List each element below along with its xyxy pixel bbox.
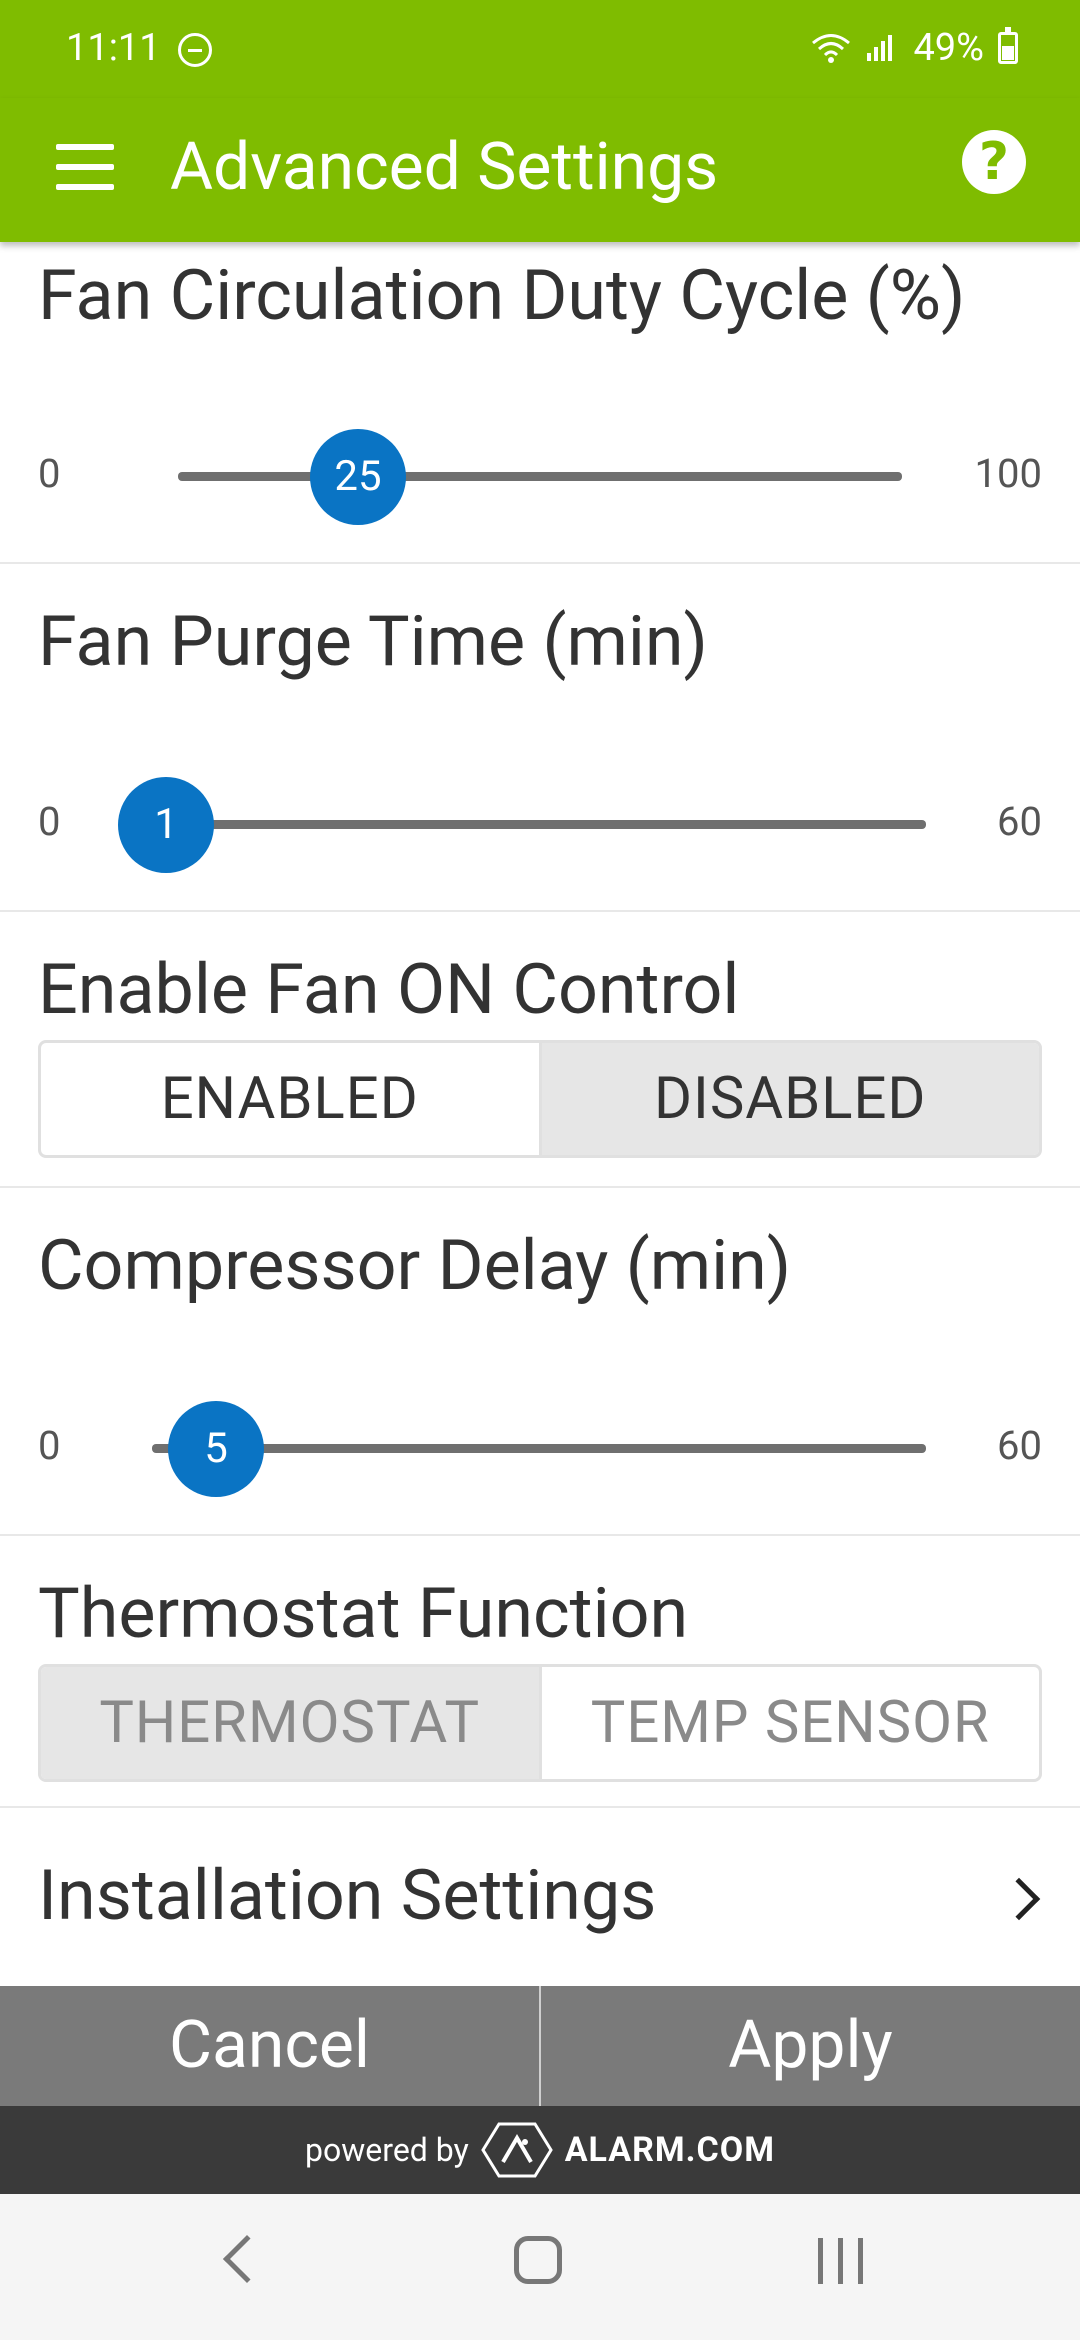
battery-icon: [998, 27, 1018, 64]
fan-circulation-thumb[interactable]: 25: [310, 429, 406, 525]
powered-by-footer: powered by ALARM.COM: [0, 2106, 1080, 2194]
help-icon[interactable]: ?: [962, 130, 1026, 194]
app-bar: Advanced Settings ?: [0, 98, 1080, 242]
page-title: Advanced Settings: [170, 129, 719, 206]
chevron-right-icon: [997, 1877, 1041, 1921]
status-indicators: 49%: [811, 26, 1018, 70]
fan-circulation-min-label: 0: [38, 450, 61, 497]
compressor-delay-section: Compressor Delay (min) 0 5 60: [0, 1188, 1080, 1536]
thermostat-function-toggle: THERMOSTAT TEMP SENSOR: [38, 1664, 1042, 1782]
do-not-disturb-icon: [178, 33, 212, 67]
fan-purge-min-label: 0: [38, 798, 61, 845]
back-icon[interactable]: [222, 2234, 272, 2284]
thermostat-button[interactable]: THERMOSTAT: [41, 1667, 539, 1779]
system-nav-bar: [0, 2194, 1080, 2340]
fan-purge-title: Fan Purge Time (min): [38, 601, 708, 683]
cancel-button[interactable]: Cancel: [0, 1986, 539, 2106]
fan-purge-track[interactable]: [166, 820, 926, 829]
alarm-brand-text: ALARM.COM: [564, 2130, 775, 2170]
compressor-delay-thumb[interactable]: 5: [168, 1401, 264, 1497]
status-bar: 11:11 49%: [0, 0, 1080, 98]
fan-on-control-section: Enable Fan ON Control ENABLED DISABLED: [0, 912, 1080, 1188]
alarm-logo-icon: [480, 2122, 553, 2178]
compressor-delay-min-label: 0: [38, 1422, 61, 1469]
fan-circulation-title: Fan Circulation Duty Cycle (%): [38, 255, 966, 337]
fan-circulation-max-label: 100: [974, 450, 1042, 497]
wifi-icon: [812, 34, 851, 63]
temp-sensor-button[interactable]: TEMP SENSOR: [538, 1667, 1040, 1779]
menu-icon[interactable]: [56, 144, 114, 192]
thermostat-function-section: Thermostat Function THERMOSTAT TEMP SENS…: [0, 1536, 1080, 1808]
compressor-delay-track[interactable]: [152, 1444, 926, 1453]
thermostat-function-title: Thermostat Function: [38, 1573, 689, 1655]
home-icon[interactable]: [514, 2236, 562, 2284]
fan-on-control-title: Enable Fan ON Control: [38, 949, 740, 1031]
fan-on-disabled-button[interactable]: DISABLED: [538, 1043, 1039, 1155]
status-time: 11:11: [66, 26, 161, 70]
battery-percent: 49%: [913, 26, 984, 70]
recents-icon[interactable]: [818, 2238, 868, 2284]
compressor-delay-title: Compressor Delay (min): [38, 1225, 792, 1307]
action-bar: Cancel Apply: [0, 1986, 1080, 2106]
fan-circulation-section: Fan Circulation Duty Cycle (%) 0 25 100: [0, 242, 1080, 564]
fan-on-enabled-button[interactable]: ENABLED: [41, 1043, 539, 1155]
compressor-delay-max-label: 60: [997, 1422, 1042, 1469]
installation-settings-title: Installation Settings: [38, 1855, 657, 1937]
installation-settings-row[interactable]: Installation Settings: [0, 1808, 1080, 1986]
fan-purge-thumb[interactable]: 1: [118, 777, 214, 873]
fan-purge-max-label: 60: [997, 798, 1042, 845]
signal-icon: [867, 35, 893, 61]
powered-by-text: powered by: [305, 2131, 469, 2169]
apply-button[interactable]: Apply: [539, 1986, 1080, 2106]
fan-purge-section: Fan Purge Time (min) 0 1 60: [0, 564, 1080, 912]
fan-circulation-track[interactable]: [178, 472, 902, 481]
fan-on-control-toggle: ENABLED DISABLED: [38, 1040, 1042, 1158]
